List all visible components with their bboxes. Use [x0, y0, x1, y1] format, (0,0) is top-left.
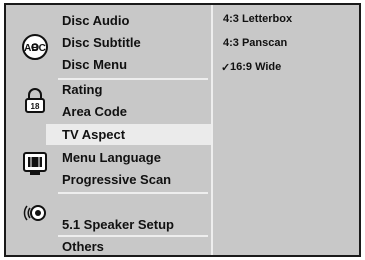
menu-item-label: TV Aspect: [62, 127, 126, 142]
menu-item-menu-language[interactable]: Menu Language: [62, 150, 161, 165]
menu-item-rating[interactable]: Rating: [62, 82, 102, 97]
option-4-3-panscan[interactable]: 4:3 Panscan: [223, 37, 287, 49]
menu-item-speaker-setup[interactable]: 5.1 Speaker Setup: [62, 217, 174, 232]
menu-categories: ABC Disc Audio Disc Subtitle Disc Menu 1…: [6, 5, 213, 255]
svg-text:18: 18: [31, 102, 40, 111]
tv-aspect-icon: [20, 148, 50, 178]
menu-item-progressive-scan[interactable]: Progressive Scan: [62, 172, 171, 187]
menu-item-others[interactable]: Others: [62, 239, 104, 254]
svg-text:ABC: ABC: [24, 43, 46, 54]
option-16-9-wide[interactable]: 16:9 Wide: [230, 61, 281, 73]
divider: [58, 192, 208, 194]
option-4-3-letterbox[interactable]: 4:3 Letterbox: [223, 13, 292, 25]
menu-item-disc-audio[interactable]: Disc Audio: [62, 13, 129, 28]
setup-menu-panel: ABC Disc Audio Disc Subtitle Disc Menu 1…: [4, 3, 361, 257]
options-panel: 4:3 Letterbox 4:3 Panscan ✓ 16:9 Wide: [213, 5, 359, 255]
check-icon: ✓: [221, 62, 231, 74]
speaker-icon: [20, 198, 50, 228]
divider: [58, 235, 208, 237]
menu-item-disc-menu[interactable]: Disc Menu: [62, 57, 127, 72]
divider: [58, 78, 208, 80]
lock-rating-icon: 18: [20, 86, 50, 116]
menu-item-tv-aspect[interactable]: TV Aspect: [46, 124, 213, 145]
disc-abc-icon: ABC: [20, 32, 50, 62]
menu-item-area-code[interactable]: Area Code: [62, 104, 127, 119]
menu-item-disc-subtitle[interactable]: Disc Subtitle: [62, 35, 141, 50]
